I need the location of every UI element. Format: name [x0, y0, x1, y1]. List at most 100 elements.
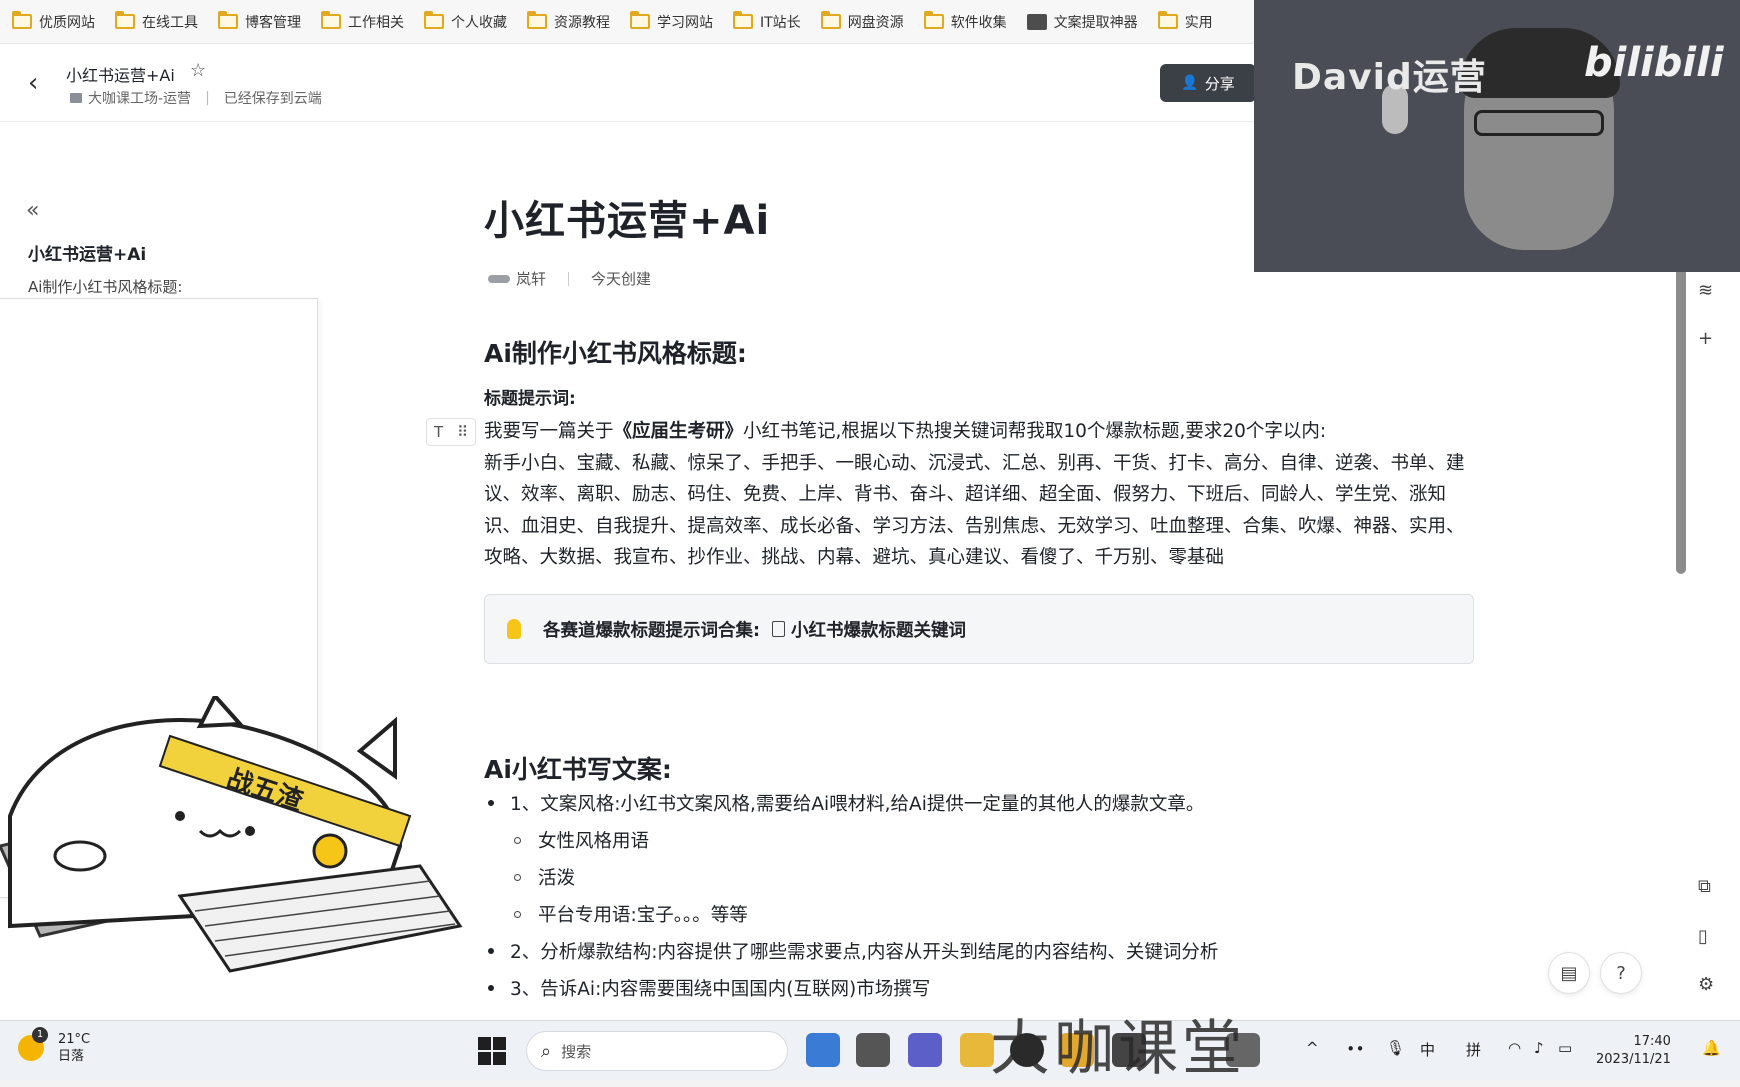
- sun-icon: 1: [18, 1027, 48, 1061]
- screenshot-icon[interactable]: ⧉: [1698, 876, 1711, 897]
- weather-widget[interactable]: 1 21°C 日落: [18, 1027, 91, 1065]
- help-icon[interactable]: ?: [1600, 952, 1642, 994]
- wifi-icon[interactable]: ◠: [1508, 1039, 1521, 1057]
- app-icon[interactable]: [806, 1033, 840, 1067]
- breadcrumb-space[interactable]: 大咖课工场-运营: [88, 88, 191, 108]
- folder-icon: [70, 93, 82, 103]
- folder-icon: [321, 11, 341, 29]
- temperature: 21°C: [58, 1032, 91, 1047]
- prompt-paragraph[interactable]: 我要写一篇关于《应届生考研》小红书笔记,根据以下热搜关键词帮我取10个爆款标题,…: [484, 416, 1474, 574]
- bullet-icon: [488, 800, 494, 806]
- list-item[interactable]: 活泼: [514, 864, 575, 890]
- folder-icon: [424, 11, 444, 29]
- windows-start-icon[interactable]: [478, 1037, 506, 1065]
- bookmark-folder[interactable]: 工作相关: [321, 11, 404, 32]
- notification-bell-icon[interactable]: 🔔: [1702, 1039, 1721, 1057]
- panel-icon[interactable]: ▯: [1698, 926, 1708, 947]
- folder-icon: [733, 11, 753, 29]
- callout-block[interactable]: 各赛道爆款标题提示词合集: 小红书爆款标题关键词: [484, 594, 1474, 664]
- folder-icon: [527, 11, 547, 29]
- topic-bold: 《应届生考研》: [613, 421, 744, 442]
- bullet-icon: [488, 985, 494, 991]
- text-type-icon[interactable]: T: [434, 423, 443, 441]
- author-avatar: [488, 274, 510, 283]
- folder-icon: [630, 11, 650, 29]
- heading-ai-copywriting[interactable]: Ai小红书写文案:: [484, 750, 672, 786]
- block-toolbar[interactable]: T ⠿: [426, 418, 476, 446]
- mascot-cat-illustration: 战五渣: [0, 696, 463, 973]
- webcam-overlay-text: David运营: [1292, 57, 1487, 98]
- battery-icon[interactable]: ▭: [1558, 1039, 1572, 1057]
- bookmark-folder[interactable]: 网盘资源: [820, 11, 904, 32]
- bookmark-folder[interactable]: 个人收藏: [424, 11, 507, 32]
- volume-icon[interactable]: ♪: [1534, 1039, 1544, 1057]
- toc-item[interactable]: Ai制作小红书风格标题:: [28, 276, 182, 297]
- drag-handle-icon[interactable]: ⠿: [457, 423, 468, 441]
- bookmark-folder[interactable]: 资源教程: [527, 11, 610, 32]
- list-item[interactable]: 1、文案风格:小红书文案风格,需要给Ai喂材料,给Ai提供一定量的其他人的爆款文…: [488, 790, 1204, 816]
- folder-icon: [820, 11, 841, 29]
- star-icon[interactable]: ☆: [190, 60, 206, 81]
- folder-icon: [1157, 11, 1178, 29]
- folder-icon: [218, 11, 238, 29]
- notification-badge: 1: [32, 1027, 48, 1043]
- presenter-glasses: [1474, 110, 1604, 136]
- bookmark-folder[interactable]: 学习网站: [630, 11, 713, 32]
- hollow-bullet-icon: [514, 911, 521, 918]
- ime-mode[interactable]: 拼: [1466, 1039, 1481, 1060]
- list-item[interactable]: 3、告诉Ai:内容需要围绕中国国内(互联网)市场撰写: [488, 975, 930, 1001]
- author-name[interactable]: 岚轩: [516, 268, 546, 289]
- mic-tray-icon[interactable]: 🎙: [1386, 1039, 1405, 1057]
- divider: |: [205, 90, 210, 106]
- date: 2023/11/21: [1596, 1052, 1671, 1067]
- bookmark-folder[interactable]: 优质网站: [12, 11, 95, 32]
- toc-title: 小红书运营+Ai: [28, 245, 147, 265]
- hollow-bullet-icon: [514, 837, 521, 844]
- share-button[interactable]: 👤 分享: [1160, 64, 1256, 102]
- app-icon[interactable]: [856, 1033, 890, 1067]
- list-item[interactable]: 女性风格用语: [514, 827, 649, 853]
- app-icon: [1026, 13, 1047, 30]
- prompt-label[interactable]: 标题提示词:: [484, 384, 576, 409]
- taskbar-search[interactable]: ⌕ 搜索: [526, 1031, 788, 1071]
- bookmark-link[interactable]: 文案提取神器: [1026, 12, 1138, 32]
- scrollbar[interactable]: [1676, 244, 1686, 574]
- folder-icon: [923, 11, 944, 29]
- list-item[interactable]: 2、分析爆款结构:内容提供了哪些需求要点,内容从开头到结尾的内容结构、关键词分析: [488, 938, 1218, 964]
- chevron-up-icon[interactable]: ^: [1306, 1039, 1319, 1057]
- app-tray-icon[interactable]: ∙∙: [1346, 1039, 1365, 1057]
- callout-doc-link[interactable]: 小红书爆款标题关键词: [791, 617, 966, 642]
- callout-text: 各赛道爆款标题提示词合集:: [543, 620, 760, 641]
- back-icon[interactable]: ‹: [28, 70, 38, 96]
- add-icon[interactable]: +: [1698, 328, 1713, 349]
- bookmark-folder[interactable]: 软件收集: [923, 11, 1007, 32]
- ai-icon[interactable]: ≋: [1698, 280, 1713, 301]
- comment-icon[interactable]: ▤: [1548, 952, 1590, 994]
- bookmark-folder[interactable]: 博客管理: [218, 11, 301, 32]
- settings-icon[interactable]: ⚙: [1698, 974, 1714, 995]
- created-time: 今天创建: [591, 270, 652, 288]
- list-item[interactable]: 平台专用语:宝子。。。等等: [514, 901, 748, 927]
- search-icon: ⌕: [541, 1040, 552, 1062]
- doc-title[interactable]: 小红书运营+Ai: [484, 188, 770, 246]
- bullet-icon: [488, 948, 494, 954]
- clock[interactable]: 17:40 2023/11/21: [1596, 1033, 1671, 1069]
- lightbulb-icon: [507, 619, 521, 639]
- collapse-sidebar-icon[interactable]: «: [26, 198, 39, 223]
- weather-condition: 日落: [58, 1049, 85, 1064]
- heading-ai-title[interactable]: Ai制作小红书风格标题:: [484, 334, 747, 370]
- bookmark-folder[interactable]: IT站长: [733, 11, 801, 32]
- watermark-text: 大咖课堂: [990, 1014, 1246, 1084]
- bilibili-logo: bilibili: [1584, 40, 1724, 86]
- file-explorer-icon[interactable]: [960, 1033, 994, 1067]
- bookmark-folder[interactable]: 在线工具: [115, 11, 198, 32]
- bookmark-folder[interactable]: 实用: [1157, 11, 1213, 32]
- teams-icon[interactable]: [908, 1033, 942, 1067]
- folder-icon: [115, 11, 135, 29]
- webcam-overlay: David运营 bilibili: [1254, 0, 1740, 272]
- breadcrumb: 大咖课工场-运营 | 已经保存到云端: [70, 88, 322, 108]
- save-status: 已经保存到云端: [223, 91, 322, 107]
- ime-language[interactable]: 中: [1420, 1039, 1435, 1060]
- header-doc-title: 小红书运营+Ai: [66, 66, 175, 85]
- time: 17:40: [1633, 1034, 1671, 1049]
